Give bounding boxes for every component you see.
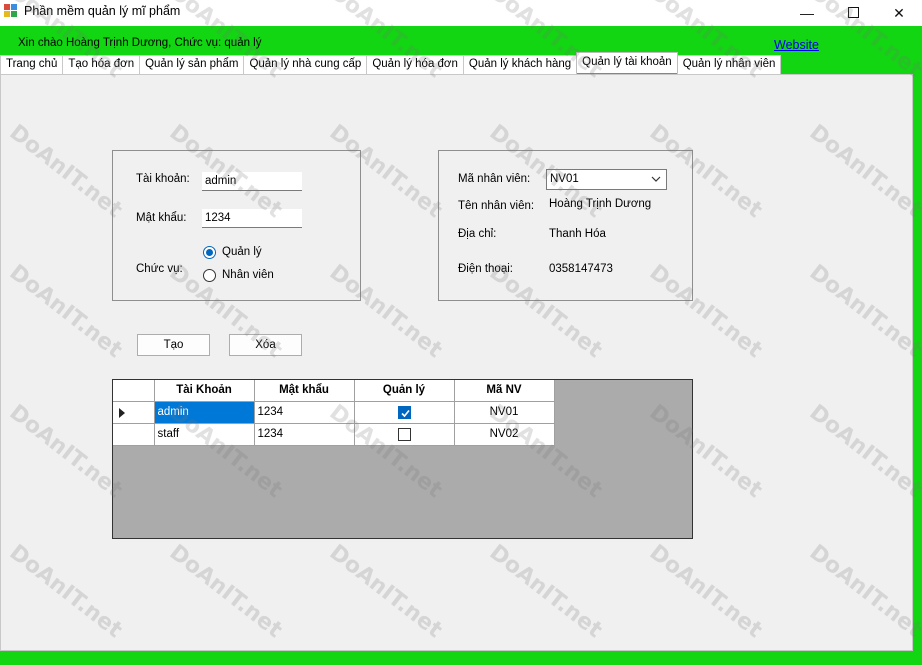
cell-employee-id[interactable]: NV01 xyxy=(454,401,555,424)
minimize-icon: — xyxy=(800,5,814,21)
window-title: Phần mềm quản lý mĩ phẩm xyxy=(24,4,181,18)
role-manager-radio[interactable] xyxy=(203,246,216,259)
tab-strip: Trang chủ Tạo hóa đơn Quản lý sản phẩm Q… xyxy=(0,52,782,74)
account-label: Tài khoản: xyxy=(136,173,190,185)
title-bar: Phần mềm quản lý mĩ phẩm — ✕ xyxy=(0,0,922,26)
employee-phone-label: Điện thoại: xyxy=(458,263,513,275)
column-header-manager[interactable]: Quản lý xyxy=(354,380,455,402)
maximize-button[interactable] xyxy=(830,0,876,26)
password-label: Mật khẩu: xyxy=(136,212,187,224)
employee-id-label: Mã nhân viên: xyxy=(458,173,531,185)
chevron-down-icon xyxy=(650,172,662,186)
cell-password[interactable]: 1234 xyxy=(254,401,355,424)
column-header-account[interactable]: Tài Khoản xyxy=(154,380,255,402)
role-staff-label[interactable]: Nhân viên xyxy=(222,269,274,281)
current-row-arrow-icon xyxy=(119,407,125,421)
close-icon: ✕ xyxy=(893,4,905,21)
tab-create-invoice[interactable]: Tạo hóa đơn xyxy=(62,55,141,74)
employee-phone-value: 0358147473 xyxy=(549,263,613,275)
create-button[interactable]: Tạo xyxy=(137,334,210,356)
employee-address-value: Thanh Hóa xyxy=(549,228,606,240)
column-header-employee-id[interactable]: Mã NV xyxy=(454,380,555,402)
role-label: Chức vụ: xyxy=(136,263,183,275)
greeting-text: Xin chào Hoàng Trịnh Dương, Chức vụ: quả… xyxy=(18,37,262,49)
website-link[interactable]: Website xyxy=(774,38,819,52)
maximize-icon xyxy=(847,5,859,21)
app-icon xyxy=(4,4,18,18)
tab-suppliers[interactable]: Quản lý nhà cung cấp xyxy=(243,55,368,74)
tab-customers[interactable]: Quản lý khách hàng xyxy=(462,55,578,74)
cell-account[interactable]: admin xyxy=(154,401,255,424)
delete-button[interactable]: Xóa xyxy=(229,334,302,356)
tab-invoices[interactable]: Quản lý hóa đơn xyxy=(366,55,464,74)
manager-checkbox[interactable] xyxy=(397,427,411,441)
role-staff-radio[interactable] xyxy=(203,269,216,282)
employee-name-label: Tên nhân viên: xyxy=(458,200,535,212)
employee-address-label: Địa chỉ: xyxy=(458,228,497,240)
password-input[interactable]: 1234 xyxy=(202,209,302,228)
row-header[interactable] xyxy=(113,401,155,424)
cell-manager[interactable] xyxy=(354,401,455,424)
table-row[interactable]: staff 1234 NV02 xyxy=(113,423,555,446)
role-manager-label[interactable]: Quản lý xyxy=(222,246,262,258)
cell-employee-id[interactable]: NV02 xyxy=(454,423,555,446)
grid-header-row: Tài Khoản Mật khẩu Quản lý Mã NV xyxy=(113,380,555,402)
cell-manager[interactable] xyxy=(354,423,455,446)
grid-corner-header[interactable] xyxy=(113,380,155,402)
manager-checkbox[interactable] xyxy=(397,405,411,419)
close-button[interactable]: ✕ xyxy=(876,0,922,26)
employee-id-select[interactable]: NV01 xyxy=(546,169,667,190)
table-row[interactable]: admin 1234 NV01 xyxy=(113,401,555,424)
tab-products[interactable]: Quản lý sản phẩm xyxy=(139,55,245,74)
tab-accounts[interactable]: Quản lý tài khoản xyxy=(576,52,678,73)
minimize-button[interactable]: — xyxy=(784,0,830,26)
account-input[interactable]: admin xyxy=(202,172,302,191)
column-header-password[interactable]: Mật khẩu xyxy=(254,380,355,402)
accounts-grid[interactable]: Tài Khoản Mật khẩu Quản lý Mã NV admin 1… xyxy=(112,379,693,539)
employee-name-value: Hoàng Trịnh Dương xyxy=(549,198,652,210)
cell-password[interactable]: 1234 xyxy=(254,423,355,446)
tab-home[interactable]: Trang chủ xyxy=(0,55,64,74)
cell-account[interactable]: staff xyxy=(154,423,255,446)
employee-id-value: NV01 xyxy=(550,173,579,185)
row-header[interactable] xyxy=(113,423,155,446)
tab-employees[interactable]: Quản lý nhân viên xyxy=(676,55,782,74)
